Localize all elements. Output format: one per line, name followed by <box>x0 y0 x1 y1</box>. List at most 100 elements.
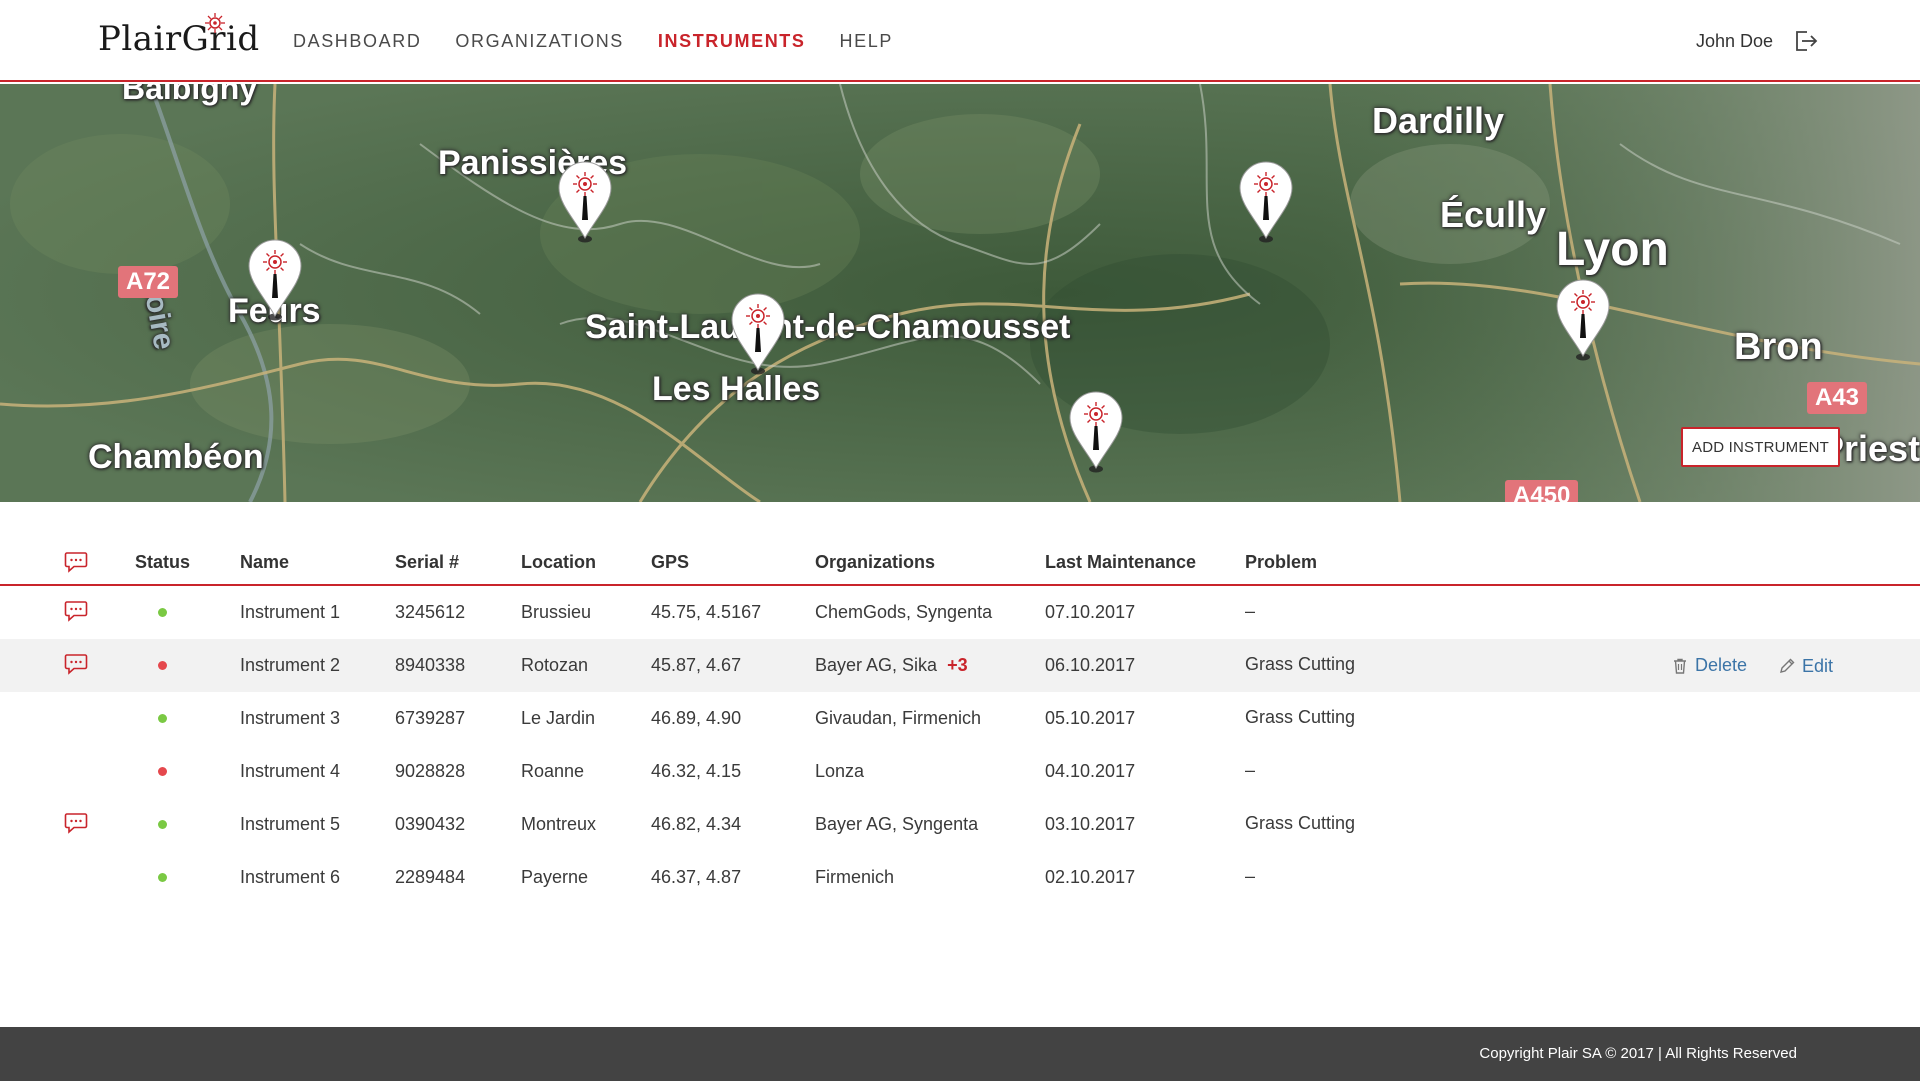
instrument-pin-icon[interactable] <box>247 238 303 322</box>
cell-serial: 0390432 <box>395 814 466 834</box>
edit-button[interactable]: Edit <box>1778 639 1833 692</box>
top-navbar: PlairGrid DASHBOARD ORGANIZATIONS INSTRU… <box>0 0 1920 82</box>
col-serial[interactable]: Serial # <box>395 552 459 573</box>
instrument-pin-icon[interactable] <box>557 160 613 244</box>
footer: Copyright Plair SA © 2017 | All Rights R… <box>0 1027 1920 1081</box>
cell-last-maintenance: 04.10.2017 <box>1045 761 1136 781</box>
instrument-pin-icon[interactable] <box>1068 390 1124 474</box>
organizations-text: Bayer AG, Syngenta <box>815 814 979 834</box>
map-label-lyon: Lyon <box>1556 223 1669 276</box>
table-row[interactable]: Instrument 4 9028828 Roanne 46.32, 4.15 Lonz… <box>0 745 1920 798</box>
cell-name: Instrument 1 <box>240 602 341 622</box>
col-name[interactable]: Name <box>240 552 289 573</box>
status-dot <box>158 767 167 776</box>
cell-location: Le Jardin <box>521 708 596 728</box>
road-shield-a72: A72 <box>118 266 179 298</box>
map-label-balbigny: Balbigny <box>122 84 258 106</box>
col-organizations[interactable]: Organizations <box>815 552 935 573</box>
instrument-pin-icon[interactable] <box>1238 160 1294 244</box>
edit-label: Edit <box>1802 655 1834 676</box>
table-body: Instrument 1 3245612 Brussieu 45.75, 4.5167… <box>0 586 1920 904</box>
cell-gps: 46.37, 4.87 <box>651 867 742 887</box>
table-row[interactable]: Instrument 2 8940338 Rotozan 45.87, 4.67 Bay… <box>0 639 1920 692</box>
table-row[interactable]: Instrument 6 2289484 Payerne 46.37, 4.87 Fir… <box>0 851 1920 904</box>
cell-location: Rotozan <box>521 655 589 675</box>
organizations-text: Givaudan, Firmenich <box>815 708 982 728</box>
comment-icon[interactable] <box>64 812 88 834</box>
add-instrument-button[interactable]: ADD INSTRUMENT <box>1681 427 1840 467</box>
trash-icon <box>1674 658 1686 674</box>
road-shield-a450: A450 <box>1505 480 1579 502</box>
logout-icon[interactable] <box>1791 27 1819 55</box>
table-row[interactable]: Instrument 1 3245612 Brussieu 45.75, 4.5167… <box>0 586 1920 639</box>
status-dot <box>158 608 167 617</box>
cell-name: Instrument 6 <box>240 867 341 887</box>
cell-problem: Grass Cutting <box>1245 654 1356 674</box>
road-shield-a43: A43 <box>1807 382 1868 414</box>
col-problem[interactable]: Problem <box>1245 552 1317 573</box>
cell-problem: – <box>1245 760 1256 780</box>
organizations-text: ChemGods, Syngenta <box>815 602 993 622</box>
organizations-text: Firmenich <box>815 867 895 887</box>
cell-organizations: ChemGods, Syngenta <box>815 586 992 639</box>
comment-header-icon[interactable] <box>64 551 88 573</box>
comment-icon[interactable] <box>64 653 88 675</box>
nav-help[interactable]: HELP <box>840 31 893 52</box>
table-header: Status Name Serial # Location GPS Organi… <box>0 532 1920 586</box>
cell-last-maintenance: 03.10.2017 <box>1045 814 1136 834</box>
nav-dashboard[interactable]: DASHBOARD <box>293 31 421 52</box>
cell-organizations: Bayer AG, Syngenta <box>815 798 978 851</box>
cell-last-maintenance: 05.10.2017 <box>1045 708 1136 728</box>
cell-organizations: Firmenich <box>815 851 894 904</box>
map-label-bron: Bron <box>1734 326 1823 368</box>
cell-serial: 3245612 <box>395 602 466 622</box>
cell-organizations: Bayer AG, Sika +3 <box>815 639 968 692</box>
cell-gps: 46.32, 4.15 <box>651 761 742 781</box>
cell-last-maintenance: 02.10.2017 <box>1045 867 1136 887</box>
table-row[interactable]: Instrument 3 6739287 Le Jardin 46.89, 4.90 G… <box>0 692 1920 745</box>
organizations-text: Lonza <box>815 761 865 781</box>
pencil-icon <box>1780 658 1795 673</box>
status-dot <box>158 661 167 670</box>
cell-name: Instrument 2 <box>240 655 341 675</box>
delete-label: Delete <box>1695 655 1748 675</box>
cell-serial: 6739287 <box>395 708 466 728</box>
cell-problem: – <box>1245 601 1256 621</box>
cell-gps: 45.87, 4.67 <box>651 655 742 675</box>
status-dot <box>158 873 167 882</box>
cell-last-maintenance: 06.10.2017 <box>1045 655 1136 675</box>
nav-instruments[interactable]: INSTRUMENTS <box>658 31 806 52</box>
table-row[interactable]: Instrument 5 0390432 Montreux 46.82, 4.34 Ba… <box>0 798 1920 851</box>
instruments-table: Status Name Serial # Location GPS Organi… <box>0 532 1920 904</box>
cell-location: Montreux <box>521 814 597 834</box>
user-name[interactable]: John Doe <box>1696 31 1773 52</box>
status-dot <box>158 820 167 829</box>
sun-emblem-icon <box>205 13 225 33</box>
instrument-map[interactable]: Balbigny Panissières Dardilly Écully Lyo… <box>0 84 1920 502</box>
main-nav: DASHBOARD ORGANIZATIONS INSTRUMENTS HELP <box>293 0 893 82</box>
cell-organizations: Lonza <box>815 745 864 798</box>
plairgrid-logo[interactable]: PlairGrid <box>98 13 260 64</box>
map-label-chambeon: Chambéon <box>88 438 264 476</box>
col-gps[interactable]: GPS <box>651 552 689 573</box>
cell-gps: 46.89, 4.90 <box>651 708 742 728</box>
instrument-pin-icon[interactable] <box>1555 278 1611 362</box>
col-location[interactable]: Location <box>521 552 596 573</box>
cell-problem: Grass Cutting <box>1245 813 1356 833</box>
instrument-pin-icon[interactable] <box>730 292 786 376</box>
nav-organizations[interactable]: ORGANIZATIONS <box>455 31 623 52</box>
delete-button[interactable]: Delete <box>1671 639 1747 692</box>
map-label-saint-laurent: Saint-Laurent-de-Chamousset <box>585 308 1071 346</box>
cell-last-maintenance: 07.10.2017 <box>1045 602 1136 622</box>
cell-location: Roanne <box>521 761 585 781</box>
more-organizations-badge[interactable]: +3 <box>947 655 968 675</box>
logo-text: PlairGrid <box>98 19 260 59</box>
cell-organizations: Givaudan, Firmenich <box>815 692 981 745</box>
cell-gps: 45.75, 4.5167 <box>651 602 762 622</box>
col-last-maintenance[interactable]: Last Maintenance <box>1045 552 1196 573</box>
cell-serial: 9028828 <box>395 761 466 781</box>
organizations-text: Bayer AG, Sika <box>815 655 938 675</box>
comment-icon[interactable] <box>64 600 88 622</box>
map-label-dardilly: Dardilly <box>1372 100 1505 141</box>
col-status[interactable]: Status <box>135 552 190 573</box>
